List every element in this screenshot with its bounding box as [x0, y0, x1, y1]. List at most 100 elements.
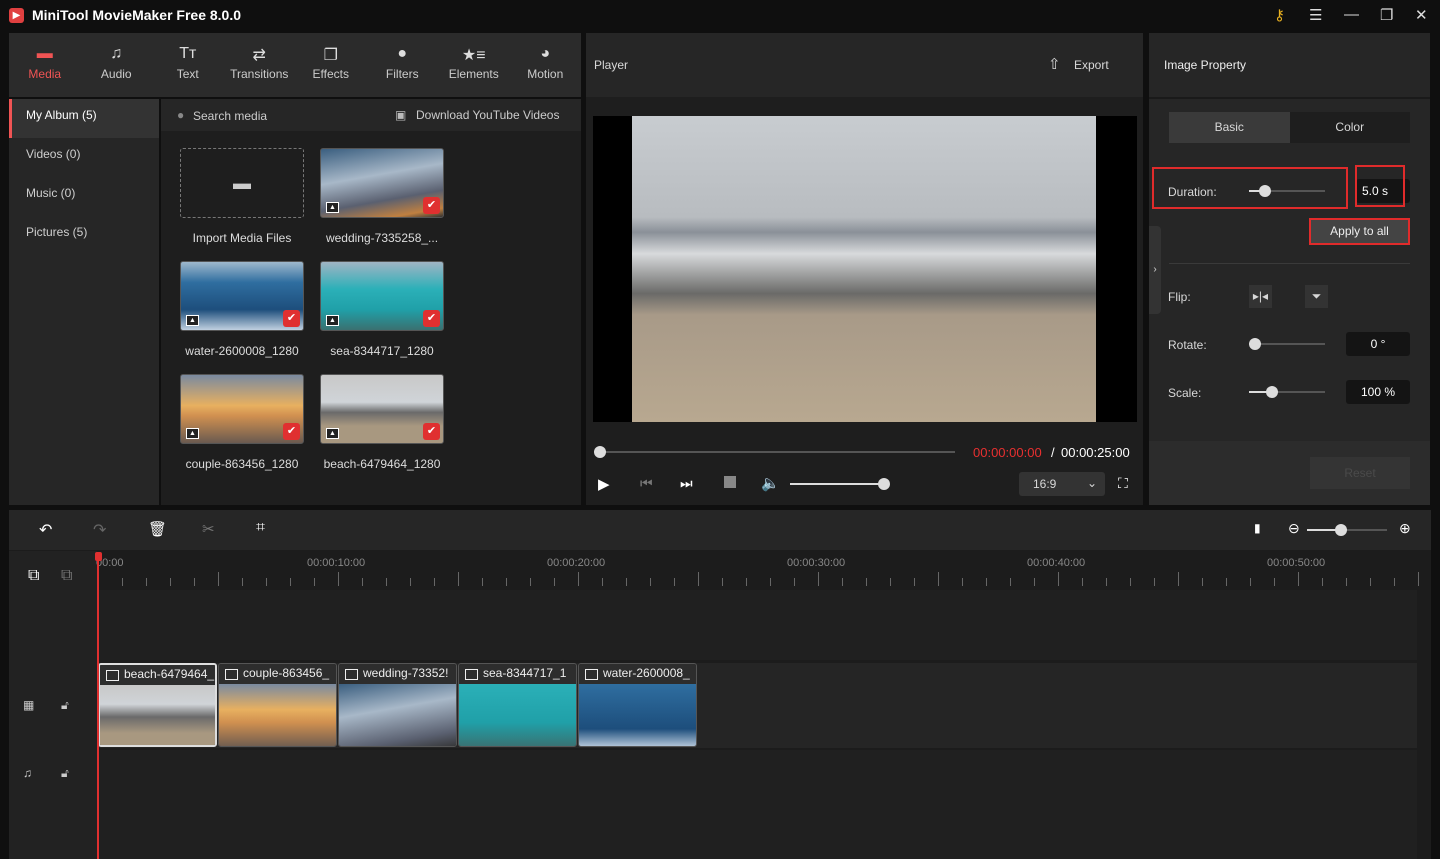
lock-icon[interactable]: 🔓︎	[61, 698, 69, 713]
ruler-label: 00:00:50:00	[1267, 557, 1326, 569]
media-item[interactable]: ▲ ✔	[320, 148, 444, 218]
import-media-button[interactable]: ▬	[180, 148, 304, 218]
search-input[interactable]: Search media	[193, 109, 267, 123]
sidebar-item-pictures[interactable]: Pictures (5)	[9, 216, 159, 255]
check-icon[interactable]: ✔	[423, 197, 440, 214]
scale-knob[interactable]	[1266, 386, 1278, 398]
media-item[interactable]: ▲ ✔	[180, 374, 304, 444]
flip-horizontal-icon[interactable]: ▸|◂	[1249, 285, 1272, 308]
menu-icon[interactable]: ☰	[1309, 6, 1322, 24]
sidebar-item-music[interactable]: Music (0)	[9, 177, 159, 216]
stop-icon[interactable]	[724, 476, 736, 488]
clip-label: sea-8344717_1	[459, 664, 576, 684]
ruler-label: 00:00:10:00	[307, 557, 366, 569]
zoom-out-icon[interactable]: ⊖	[1288, 520, 1300, 537]
split-icon[interactable]: ✂	[202, 520, 215, 538]
tab-text[interactable]: Tт Text	[152, 33, 224, 97]
tab-label: Motion	[527, 67, 564, 81]
lock-icon[interactable]: 🔓︎	[61, 766, 69, 781]
check-icon[interactable]: ✔	[423, 310, 440, 327]
download-youtube-button[interactable]: Download YouTube Videos	[416, 108, 559, 122]
add-track-icon[interactable]: ⧉	[28, 567, 39, 585]
tab-effects[interactable]: ❐ Effects	[295, 33, 367, 97]
player-panel: Player ⇧ Export 00:00:00:00 / 00:00:25:0…	[586, 33, 1143, 505]
tab-motion[interactable]: ◕ Motion	[510, 33, 582, 97]
timeline-clip[interactable]: sea-8344717_1	[458, 663, 577, 747]
media-caption: couple-863456_1280	[185, 457, 299, 471]
fit-timeline-icon[interactable]: ▮	[1254, 521, 1261, 535]
text-icon: Tт	[179, 45, 197, 62]
zoom-in-icon[interactable]: ⊕	[1399, 520, 1411, 537]
volume-knob[interactable]	[878, 478, 890, 490]
fullscreen-icon[interactable]: ⛶	[1118, 475, 1128, 492]
preview-image	[632, 116, 1096, 422]
ruler-tick	[1250, 578, 1251, 586]
tab-elements[interactable]: ★≡ Elements	[438, 33, 510, 97]
apply-to-all-button[interactable]: Apply to all	[1309, 218, 1410, 245]
flip-vertical-icon[interactable]: ⏷	[1305, 285, 1328, 308]
key-icon[interactable]: ⚷	[1274, 6, 1285, 24]
timeline-clip[interactable]: couple-863456_	[218, 663, 337, 747]
media-item[interactable]: ▲ ✔	[180, 261, 304, 331]
redo-icon[interactable]: ↷	[93, 520, 106, 540]
tab-filters[interactable]: ● Filters	[367, 33, 439, 97]
audio-track-icon: ♫	[23, 766, 32, 780]
volume-slider[interactable]	[790, 478, 890, 490]
media-item[interactable]: ▲ ✔	[320, 374, 444, 444]
zoom-knob[interactable]	[1335, 524, 1347, 536]
reset-button[interactable]: Reset	[1310, 457, 1410, 489]
duration-slider[interactable]	[1249, 185, 1325, 197]
duration-knob[interactable]	[1259, 185, 1271, 197]
play-icon[interactable]: ▶	[598, 475, 610, 493]
timeline-clip[interactable]: beach-6479464_	[98, 663, 217, 747]
close-icon[interactable]: ✕	[1415, 6, 1428, 24]
timeline-zoom-slider[interactable]	[1307, 524, 1387, 536]
tab-media[interactable]: ▬ Media	[9, 33, 81, 97]
tab-basic[interactable]: Basic	[1169, 112, 1290, 143]
check-icon[interactable]: ✔	[283, 423, 300, 440]
scale-slider[interactable]	[1249, 386, 1325, 398]
remove-track-icon[interactable]: ⧉	[61, 567, 72, 585]
rotate-knob[interactable]	[1249, 338, 1261, 350]
sidebar-item-videos[interactable]: Videos (0)	[9, 138, 159, 177]
next-frame-icon[interactable]: ⏭	[680, 475, 693, 492]
playhead-handle[interactable]	[95, 552, 102, 561]
playhead[interactable]	[97, 553, 99, 859]
rotate-input[interactable]: 0 °	[1346, 332, 1410, 356]
undo-icon[interactable]: ↶	[39, 520, 52, 540]
rotate-label: Rotate:	[1168, 338, 1207, 352]
timeline-clip[interactable]: water-2600008_	[578, 663, 697, 747]
playback-progress-slider[interactable]	[594, 446, 955, 458]
check-icon[interactable]: ✔	[283, 310, 300, 327]
maximize-icon[interactable]: ❐	[1380, 6, 1393, 24]
check-icon[interactable]: ✔	[423, 423, 440, 440]
tab-color[interactable]: Color	[1290, 112, 1411, 143]
media-item[interactable]: ▲ ✔	[320, 261, 444, 331]
chevron-down-icon: ⌄	[1087, 476, 1098, 490]
sidebar-item-my-album[interactable]: My Album (5)	[9, 99, 159, 138]
ruler-tick	[1130, 578, 1131, 586]
export-button[interactable]: Export	[1074, 58, 1109, 72]
rotate-slider[interactable]	[1249, 338, 1325, 350]
clip-label: beach-6479464_	[100, 665, 215, 685]
tab-audio[interactable]: ♫ Audio	[81, 33, 153, 97]
ruler-label: 00:00:30:00	[787, 557, 846, 569]
scale-label: Scale:	[1168, 386, 1202, 400]
collapse-panel-handle[interactable]: ›	[1149, 226, 1161, 314]
volume-icon[interactable]: 🔈	[761, 474, 780, 492]
time-separator: /	[1051, 445, 1055, 460]
crop-icon[interactable]: ⌗	[256, 519, 265, 537]
player-title: Player	[594, 58, 629, 72]
aspect-ratio-select[interactable]: 16:9 ⌄	[1019, 472, 1105, 496]
previous-frame-icon[interactable]: ⏮	[640, 475, 653, 492]
swap-icon: ⇄	[252, 47, 266, 64]
timeline-clip[interactable]: wedding-73352!	[338, 663, 457, 747]
ruler-tick	[1010, 578, 1011, 586]
tab-transitions[interactable]: ⇄ Transitions	[224, 33, 296, 97]
progress-knob[interactable]	[594, 446, 606, 458]
delete-icon[interactable]: 🗑	[148, 520, 167, 538]
minimize-icon[interactable]: —	[1344, 6, 1359, 23]
scale-input[interactable]: 100 %	[1346, 380, 1410, 404]
ruler-tick	[170, 578, 171, 586]
effects-icon: ❐	[323, 47, 338, 64]
